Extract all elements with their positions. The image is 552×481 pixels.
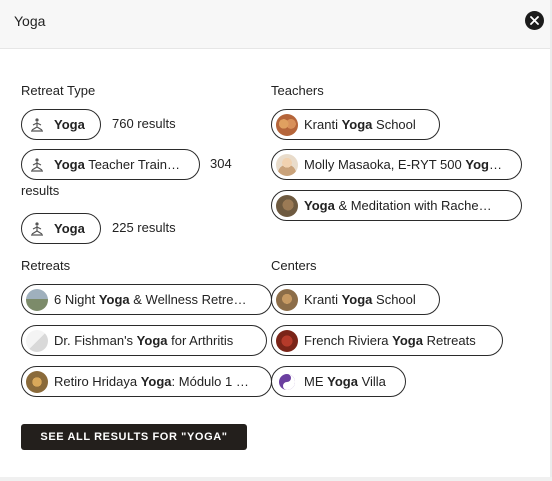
yoga-pose-icon: [26, 154, 48, 176]
retreat-pill-dr-fishman-yoga-arthritis[interactable]: Dr. Fishman's Yoga for Arthritis: [21, 325, 267, 356]
pill-label: French Riviera Yoga Retreats: [304, 333, 476, 348]
search-input[interactable]: Yoga: [14, 12, 45, 30]
retreat-thumbnail: [26, 329, 48, 352]
pill-label: Dr. Fishman's Yoga for Arthritis: [54, 333, 234, 348]
pill-label: Kranti Yoga School: [304, 292, 416, 307]
center-thumbnail: [276, 288, 298, 311]
teacher-avatar: [276, 153, 298, 176]
yoga-pose-icon: [26, 218, 48, 240]
center-thumbnail: [276, 329, 298, 352]
panel-border-bottom: [0, 477, 552, 481]
section-title-centers: Centers: [271, 258, 317, 273]
section-title-teachers: Teachers: [271, 83, 324, 98]
teacher-avatar: [276, 113, 298, 136]
yoga-pose-icon: [26, 114, 48, 136]
pill-label: Molly Masaoka, E-RYT 500 Yog…: [304, 157, 502, 172]
section-title-retreats: Retreats: [21, 258, 71, 273]
section-title-retreat-type: Retreat Type: [21, 83, 96, 98]
result-count: 304: [210, 156, 232, 171]
teacher-pill-yoga-meditation-rachel[interactable]: Yoga & Meditation with Rache…: [271, 190, 522, 221]
center-pill-kranti-yoga-school[interactable]: Kranti Yoga School: [271, 284, 440, 315]
pill-label: Yoga: [54, 117, 85, 132]
retreat-thumbnail: [26, 288, 48, 311]
search-bar: Yoga: [0, 0, 552, 49]
retreat-pill-retiro-hridaya-yoga[interactable]: Retiro Hridaya Yoga: Módulo 1 …: [21, 366, 272, 397]
retreat-thumbnail: [26, 370, 48, 393]
result-count-wrap: results: [21, 183, 60, 198]
teacher-avatar: [276, 194, 298, 217]
pill-label: Yoga Teacher Train…: [54, 157, 180, 172]
pill-label: 6 Night Yoga & Wellness Retre…: [54, 292, 247, 307]
close-icon: [530, 16, 539, 25]
retreat-type-pill-yoga-2[interactable]: Yoga: [21, 213, 101, 244]
result-count: 225 results: [112, 220, 176, 235]
pill-label: Kranti Yoga School: [304, 117, 416, 132]
teacher-pill-kranti-yoga-school[interactable]: Kranti Yoga School: [271, 109, 440, 140]
pill-label: Retiro Hridaya Yoga: Módulo 1 …: [54, 374, 249, 389]
center-pill-french-riviera-yoga-retreats[interactable]: French Riviera Yoga Retreats: [271, 325, 503, 356]
see-all-results-button[interactable]: SEE ALL RESULTS FOR "YOGA": [21, 424, 247, 450]
result-count: 760 results: [112, 116, 176, 131]
clear-search-button[interactable]: [525, 11, 544, 30]
yin-yang-logo: [276, 370, 298, 393]
retreat-type-pill-yoga-teacher-training[interactable]: Yoga Teacher Train…: [21, 149, 200, 180]
pill-label: Yoga & Meditation with Rache…: [304, 198, 492, 213]
center-pill-me-yoga-villa[interactable]: ME Yoga Villa: [271, 366, 406, 397]
teacher-pill-molly-masaoka[interactable]: Molly Masaoka, E-RYT 500 Yog…: [271, 149, 522, 180]
retreat-pill-6-night-yoga-wellness[interactable]: 6 Night Yoga & Wellness Retre…: [21, 284, 272, 315]
pill-label: Yoga: [54, 221, 85, 236]
retreat-type-pill-yoga[interactable]: Yoga: [21, 109, 101, 140]
pill-label: ME Yoga Villa: [304, 374, 386, 389]
